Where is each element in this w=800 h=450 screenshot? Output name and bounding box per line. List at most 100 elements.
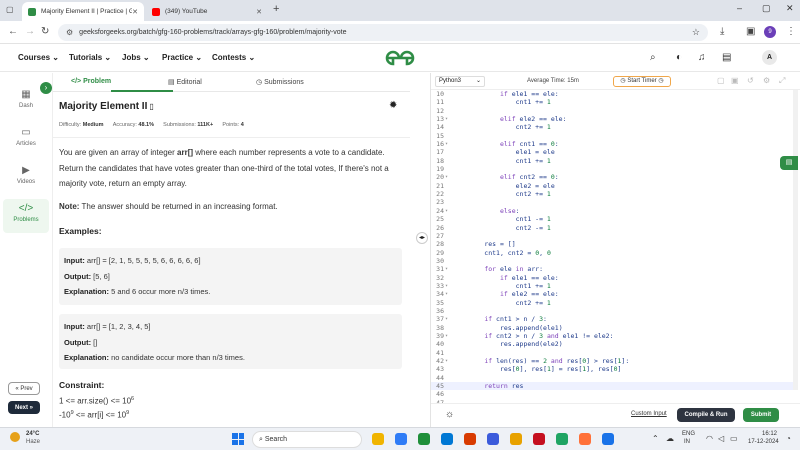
profile-avatar[interactable]: 9 [764, 26, 776, 38]
taskbar-app-icon[interactable] [533, 433, 545, 445]
compile-run-button[interactable]: Compile & Run [677, 408, 735, 422]
site-info-icon[interactable]: ⚙ [66, 28, 73, 37]
taskbar-app-icon[interactable] [418, 433, 430, 445]
minimize-icon[interactable]: – [737, 3, 742, 13]
start-timer-button[interactable]: ◷ Start Timer ◷ [613, 76, 671, 87]
fold-icon[interactable]: ▾ [445, 357, 448, 365]
reload-icon[interactable]: ↻ [41, 26, 49, 37]
new-tab-button[interactable]: + [273, 3, 279, 15]
expand-icon[interactable]: ⤢ [779, 76, 785, 86]
taskbar-app-icon[interactable] [441, 433, 453, 445]
code-line[interactable]: 14 cnt2 += 1 [431, 123, 797, 131]
code-line[interactable]: 40 res.append(ele2) [431, 340, 797, 348]
code-line[interactable]: 16 ▾ elif cnt1 == 0: [431, 140, 797, 148]
copy-icon[interactable]: ▣ [731, 76, 739, 85]
language-select[interactable]: Python3 ⌄ [435, 76, 485, 87]
notification-icon[interactable]: ◔ [786, 434, 791, 443]
code-line[interactable]: 30 [431, 257, 797, 265]
custom-input-link[interactable]: Custom Input [631, 411, 667, 417]
notification-bell-icon[interactable]: ♫ [698, 52, 706, 63]
taskbar-app-icon[interactable] [579, 433, 591, 445]
code-line[interactable]: 43 res[0], res[1] = res[1], res[0] [431, 365, 797, 373]
fold-icon[interactable]: ▾ [445, 315, 448, 323]
maximize-icon[interactable]: ▢ [762, 3, 771, 14]
tab-gfg[interactable]: Majority Element II | Practice | G ✕ [22, 2, 144, 21]
taskbar-app-icon[interactable] [556, 433, 568, 445]
menu-tutorials[interactable]: Tutorials ⌄ [69, 53, 111, 62]
tab-problem[interactable]: </> Problem [71, 78, 111, 85]
code-line[interactable]: 38 res.append(ele1) [431, 324, 797, 332]
code-line[interactable]: 15 [431, 132, 797, 140]
battery-icon[interactable]: ▭ [730, 434, 738, 443]
taskbar-app-icon[interactable] [510, 433, 522, 445]
code-line[interactable]: 29 cnt1, cnt2 = 0, 0 [431, 249, 797, 257]
fold-icon[interactable]: ▾ [445, 140, 448, 148]
fold-icon[interactable]: ▾ [445, 282, 448, 290]
editor-scrollbar[interactable] [793, 90, 798, 390]
code-line[interactable]: 32 if ele1 == ele: [431, 274, 797, 282]
collapse-sidebar-button[interactable]: › [40, 82, 52, 94]
tab-submissions[interactable]: ◷ Submissions [256, 78, 304, 86]
code-line[interactable]: 34 ▾ if ele2 == ele: [431, 290, 797, 298]
theme-toggle-icon[interactable]: ◐ [676, 52, 682, 63]
gfg-logo[interactable] [384, 49, 416, 67]
fold-icon[interactable]: ▾ [445, 207, 448, 215]
code-line[interactable]: 10 if ele1 == ele: [431, 90, 797, 98]
settings-icon[interactable]: ⚙ [763, 76, 770, 85]
taskbar-app-icon[interactable] [395, 433, 407, 445]
taskbar-app-icon[interactable] [464, 433, 476, 445]
menu-courses[interactable]: Courses ⌄ [18, 53, 59, 62]
code-line[interactable]: 28 res = [] [431, 240, 797, 248]
tab-editorial[interactable]: ▤ Editorial [168, 78, 202, 86]
fold-icon[interactable]: ▾ [445, 173, 448, 181]
code-line[interactable]: 44 [431, 374, 797, 382]
code-line[interactable]: 36 [431, 307, 797, 315]
code-line[interactable]: 21 ele2 = ele [431, 182, 797, 190]
sidebar-item-problems[interactable]: </> Problems [3, 199, 49, 233]
reset-icon[interactable]: ↺ [747, 76, 754, 85]
code-line[interactable]: 26 cnt2 -= 1 [431, 224, 797, 232]
close-icon[interactable]: ✕ [132, 8, 138, 16]
user-avatar[interactable]: A [762, 50, 777, 65]
code-line[interactable]: 25 cnt1 -= 1 [431, 215, 797, 223]
menu-jobs[interactable]: Jobs ⌄ [122, 53, 150, 62]
cloud-icon[interactable]: ☁ [666, 434, 674, 443]
code-area[interactable]: 10 if ele1 == ele: 11 cnt1 += 1 12 13 ▾ elif… [431, 90, 797, 403]
code-line[interactable]: 18 cnt1 += 1 [431, 157, 797, 165]
code-line[interactable]: 12 [431, 107, 797, 115]
code-line[interactable]: 39 ▾ if cnt2 > n / 3 and ele1 != ele2: [431, 332, 797, 340]
back-icon[interactable]: ← [8, 26, 18, 37]
taskbar-search[interactable]: ⌕ Search [252, 431, 362, 448]
report-bug-icon[interactable]: ✹ [389, 100, 397, 111]
code-line[interactable]: 20 ▾ elif cnt2 == 0: [431, 173, 797, 181]
code-line[interactable]: 42 ▾ if len(res) == 2 and res[0] > res[1]… [431, 357, 797, 365]
menu-contests[interactable]: Contests ⌄ [212, 53, 255, 62]
submit-button[interactable]: Submit [743, 408, 779, 422]
wifi-icon[interactable]: ◠ [706, 434, 713, 443]
code-line[interactable]: 33 ▾ cnt1 += 1 [431, 282, 797, 290]
code-line[interactable]: 37 ▾ if cnt1 > n / 3: [431, 315, 797, 323]
tray-chevron-icon[interactable]: ⌃ [652, 434, 659, 443]
bookmark-star-icon[interactable]: ☆ [692, 27, 700, 38]
bookmark-icon[interactable]: ▯ [149, 102, 153, 111]
fold-icon[interactable]: ▾ [445, 332, 448, 340]
language-indicator[interactable]: ENG [682, 431, 695, 437]
tab-youtube[interactable]: (349) YouTube ✕ [146, 2, 268, 21]
search-icon[interactable]: ⌕ [650, 52, 656, 63]
code-line[interactable]: 46 [431, 390, 797, 398]
code-line[interactable]: 19 [431, 165, 797, 173]
code-line[interactable]: 45 return res [431, 382, 797, 391]
fullscreen-icon[interactable]: ▢ [717, 76, 725, 85]
fold-icon[interactable]: ▾ [445, 115, 448, 123]
code-line[interactable]: 24 ▾ else: [431, 207, 797, 215]
speaker-icon[interactable]: ◁ [718, 434, 724, 443]
url-input[interactable]: ⚙ geeksforgeeks.org/batch/gfg-160-proble… [58, 24, 708, 41]
forward-icon[interactable]: → [25, 26, 35, 37]
tab-list-button[interactable]: ▢ [6, 5, 14, 14]
code-line[interactable]: 27 [431, 232, 797, 240]
code-line[interactable]: 22 cnt2 += 1 [431, 190, 797, 198]
fold-icon[interactable]: ▾ [445, 265, 448, 273]
taskbar-app-icon[interactable] [372, 433, 384, 445]
chat-icon[interactable]: ▤ [780, 156, 798, 170]
weather-icon[interactable] [10, 432, 20, 442]
